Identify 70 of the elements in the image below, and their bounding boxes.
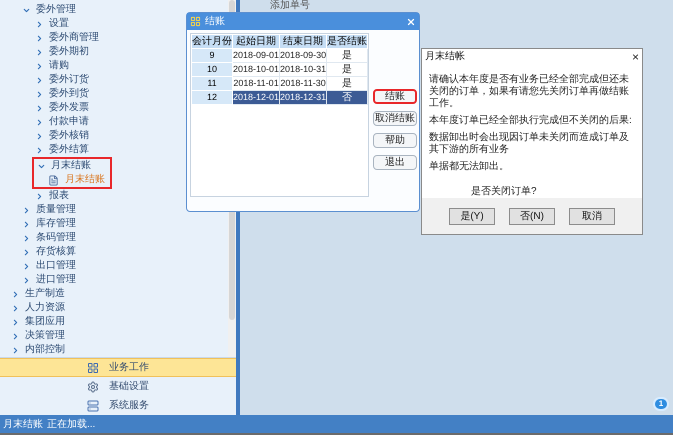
tree-item[interactable]: 出口管理: [36, 259, 76, 273]
table-cell: 2018-12-01: [232, 90, 280, 104]
tree-item[interactable]: 库存管理: [36, 217, 76, 231]
tree-item[interactable]: 质量管理: [36, 203, 76, 217]
nav-button[interactable]: 业务工作: [0, 358, 236, 377]
table-cell: 11: [192, 76, 232, 90]
table-cell: 2018-11-30: [280, 76, 327, 90]
tree-item[interactable]: 委外期初: [49, 45, 89, 59]
close-icon[interactable]: [406, 16, 416, 26]
table-cell: 12: [192, 90, 232, 104]
tree-item[interactable]: 人力资源: [25, 301, 65, 315]
tree-item[interactable]: 报表: [49, 189, 69, 203]
table-cell: 否: [326, 90, 368, 104]
grid-icon: [87, 362, 99, 374]
tree-item[interactable]: 月末结账: [51, 159, 91, 173]
table-cell: 是: [326, 48, 368, 62]
tree-item[interactable]: 委外商管理: [49, 31, 99, 45]
status-text: 月末结账: [3, 418, 43, 432]
column-header: 会计月份: [192, 34, 232, 48]
table-cell: 2018-09-30: [280, 48, 327, 62]
dialog-button[interactable]: 结账: [373, 89, 418, 104]
tree-item[interactable]: 生产制造: [25, 287, 65, 301]
dialog-title: 月末结帐: [425, 50, 465, 64]
table-cell: 是: [326, 62, 368, 76]
content-label: 添加单号: [270, 0, 310, 11]
table-cell: 9: [192, 48, 232, 62]
status-text: 正在加载...: [47, 418, 96, 432]
tree-item[interactable]: 委外结算: [49, 143, 89, 157]
tree-item[interactable]: 设置: [49, 17, 69, 31]
tree-item[interactable]: 委外核销: [49, 129, 89, 143]
tree-item[interactable]: 决策管理: [25, 329, 65, 343]
tree-item[interactable]: 内部控制: [25, 343, 65, 357]
message-text: 数据卸出时会出现因订单未关闭而造成订单及其下游的所有业务: [429, 132, 630, 156]
document-icon: [48, 174, 59, 186]
tree-item[interactable]: 付款申请: [49, 115, 89, 129]
table-cell: 2018-12-31: [280, 90, 327, 104]
dialog-title: 结账: [205, 14, 226, 29]
grid-icon: [190, 16, 201, 27]
message-text: 本年度订单已经全部执行完成但不关闭的后果:: [429, 115, 633, 128]
notification-badge[interactable]: 1: [653, 397, 669, 411]
tree-item[interactable]: 委外管理: [36, 3, 76, 17]
dialog-button[interactable]: 退出: [373, 155, 418, 170]
table-cell: 2018-11-01: [232, 76, 280, 90]
close-button[interactable]: ×: [632, 50, 639, 63]
tree-item[interactable]: 委外到货: [49, 87, 89, 101]
dialog-button[interactable]: 取消结账: [373, 111, 418, 126]
tree-item[interactable]: 委外订货: [49, 73, 89, 87]
dialog-button[interactable]: 否(N): [509, 208, 555, 225]
message-text: 请确认本年度是否有业务已经全部完成但还未关闭的订单，如果有请您先关闭订单再做结账工作。: [429, 74, 630, 110]
question-text: 是否关闭订单?: [470, 184, 538, 198]
table-cell: 2018-09-01: [232, 48, 280, 62]
table-cell: 10: [192, 62, 232, 76]
tree-item[interactable]: 条码管理: [36, 231, 76, 245]
tree-item[interactable]: 请购: [49, 59, 69, 73]
table-cell: 是: [326, 76, 368, 90]
tree-item[interactable]: 委外发票: [49, 101, 89, 115]
table-cell: 2018-10-31: [280, 62, 327, 76]
tree-item[interactable]: 集团应用: [25, 315, 65, 329]
dialog-button[interactable]: 取消: [569, 208, 615, 225]
column-header: 是否结账: [326, 34, 368, 48]
server-icon: [87, 400, 99, 412]
tree-item[interactable]: 进口管理: [36, 273, 76, 287]
tree-item[interactable]: 存货核算: [36, 245, 76, 259]
column-header: 起始日期: [232, 34, 280, 48]
column-header: 结束日期: [280, 34, 327, 48]
message-text: 单据都无法卸出。: [429, 161, 510, 174]
dialog-button[interactable]: 帮助: [373, 133, 418, 148]
table-cell: 2018-10-01: [232, 62, 280, 76]
settings-icon: [87, 380, 99, 392]
dialog-button[interactable]: 是(Y): [449, 208, 495, 225]
